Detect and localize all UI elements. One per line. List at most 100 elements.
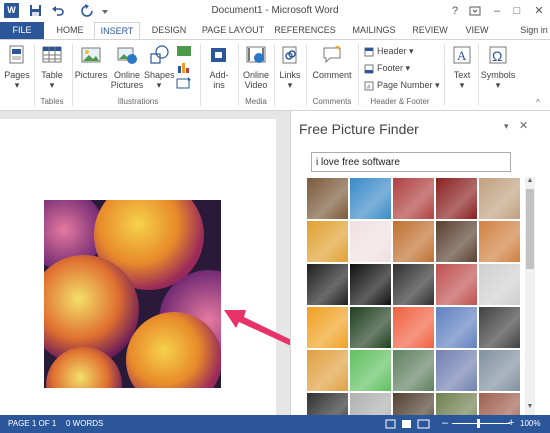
pane-scrollbar[interactable]: ▲ ▼ xyxy=(525,177,535,415)
picture-thumbnail[interactable] xyxy=(393,307,434,348)
tab-insert[interactable]: INSERT xyxy=(94,22,140,39)
picture-thumbnail[interactable] xyxy=(393,178,434,219)
zoom-slider[interactable] xyxy=(452,423,510,424)
picture-thumbnail[interactable] xyxy=(393,393,434,415)
picture-thumbnail[interactable] xyxy=(479,393,520,415)
picture-icon xyxy=(81,47,101,63)
picture-thumbnail[interactable] xyxy=(307,350,348,391)
word-count[interactable]: 0 WORDS xyxy=(66,419,103,428)
picture-thumbnail[interactable] xyxy=(479,350,520,391)
picture-thumbnail[interactable] xyxy=(436,307,477,348)
online-video-label-line1: Online xyxy=(242,70,269,80)
separator xyxy=(358,44,359,106)
close-button[interactable]: ✕ xyxy=(530,2,548,20)
chevron-down-icon: ▾ xyxy=(495,80,501,90)
picture-thumbnail[interactable] xyxy=(307,221,348,262)
zoom-out-button[interactable]: – xyxy=(442,417,448,429)
search-input[interactable] xyxy=(311,152,511,172)
picture-thumbnail[interactable] xyxy=(393,350,434,391)
picture-thumbnail[interactable] xyxy=(479,307,520,348)
picture-thumbnail[interactable] xyxy=(479,221,520,262)
title-bar: W Document1 - Microsoft Word ? – □ ✕ xyxy=(0,0,550,22)
footer-button[interactable]: Footer ▾ xyxy=(364,61,410,75)
picture-thumbnail[interactable] xyxy=(350,178,391,219)
picture-thumbnail[interactable] xyxy=(479,264,520,305)
zoom-slider-thumb[interactable] xyxy=(477,419,480,428)
addins-label-line1: Add- xyxy=(209,70,229,80)
help-button[interactable]: ? xyxy=(446,2,464,20)
page-number-icon: # xyxy=(364,81,374,91)
pane-title: Free Picture Finder xyxy=(299,121,419,137)
pictures-button[interactable]: Pictures xyxy=(74,42,108,80)
symbols-button[interactable]: Ω Symbols ▾ xyxy=(480,42,516,90)
comments-group-label: Comments xyxy=(312,97,352,106)
tab-references[interactable]: REFERENCES xyxy=(274,22,336,39)
pages-icon xyxy=(9,45,24,64)
pane-options-icon[interactable]: ▾ xyxy=(504,121,509,132)
scroll-up-icon[interactable]: ▲ xyxy=(525,177,535,187)
thumbnail-grid xyxy=(307,177,523,415)
pane-close-icon[interactable]: ✕ xyxy=(519,119,528,132)
header-button[interactable]: Header ▾ xyxy=(364,44,414,58)
svg-text:Ω: Ω xyxy=(492,48,502,64)
tab-design[interactable]: DESIGN xyxy=(146,22,192,39)
zoom-level[interactable]: 100% xyxy=(520,419,540,428)
picture-thumbnail[interactable] xyxy=(393,221,434,262)
picture-thumbnail[interactable] xyxy=(350,221,391,262)
separator xyxy=(478,44,479,106)
scrollbar-thumb[interactable] xyxy=(526,189,534,269)
scroll-down-icon[interactable]: ▼ xyxy=(525,403,535,413)
omega-icon: Ω xyxy=(489,46,507,64)
addins-label-line2: ins xyxy=(213,80,225,90)
picture-thumbnail[interactable] xyxy=(307,393,348,415)
minimize-button[interactable]: – xyxy=(488,2,506,20)
shapes-icon xyxy=(150,45,169,64)
picture-thumbnail[interactable] xyxy=(436,221,477,262)
free-picture-finder-pane: Free Picture Finder ▾ ✕ ▲ ▼ xyxy=(290,111,550,415)
shapes-button[interactable]: Shapes ▾ xyxy=(144,42,175,90)
page-count[interactable]: PAGE 1 OF 1 xyxy=(8,419,56,428)
maximize-button[interactable]: □ xyxy=(508,2,526,20)
links-button[interactable]: Links ▾ xyxy=(276,42,304,90)
tab-home[interactable]: HOME xyxy=(50,22,90,39)
picture-thumbnail[interactable] xyxy=(393,264,434,305)
picture-thumbnail[interactable] xyxy=(436,264,477,305)
chart-icon[interactable] xyxy=(176,60,192,74)
picture-thumbnail[interactable] xyxy=(307,178,348,219)
page-number-button[interactable]: # Page Number ▾ xyxy=(364,78,440,92)
zoom-in-button[interactable]: + xyxy=(508,417,514,429)
collapse-ribbon-icon[interactable]: ^ xyxy=(536,98,540,107)
picture-thumbnail[interactable] xyxy=(436,178,477,219)
comment-button[interactable]: Comment xyxy=(308,42,356,80)
tab-mailings[interactable]: MAILINGS xyxy=(348,22,400,39)
online-pictures-button[interactable]: Online Pictures xyxy=(108,42,146,90)
pages-button[interactable]: Pages ▾ xyxy=(2,42,32,90)
view-mode-icons[interactable] xyxy=(384,418,434,430)
table-label: Table xyxy=(41,70,63,80)
online-video-button[interactable]: Online Video xyxy=(240,42,272,90)
inserted-picture[interactable] xyxy=(44,200,221,388)
picture-thumbnail[interactable] xyxy=(350,307,391,348)
smartart-icon[interactable] xyxy=(176,44,192,58)
chevron-down-icon: ▾ xyxy=(156,80,162,90)
picture-thumbnail[interactable] xyxy=(350,350,391,391)
picture-thumbnail[interactable] xyxy=(436,350,477,391)
tab-view[interactable]: VIEW xyxy=(462,22,492,39)
text-button[interactable]: A Text ▾ xyxy=(448,42,476,90)
document-page[interactable] xyxy=(0,119,276,415)
picture-thumbnail[interactable] xyxy=(479,178,520,219)
tab-file[interactable]: FILE xyxy=(0,22,44,39)
picture-thumbnail[interactable] xyxy=(307,264,348,305)
ribbon-display-options-icon[interactable] xyxy=(466,2,484,20)
tab-page-layout[interactable]: PAGE LAYOUT xyxy=(198,22,268,39)
table-button[interactable]: Table ▾ xyxy=(38,42,66,90)
picture-thumbnail[interactable] xyxy=(350,393,391,415)
text-label: Text xyxy=(453,70,471,80)
screenshot-icon[interactable] xyxy=(176,76,192,90)
picture-thumbnail[interactable] xyxy=(350,264,391,305)
addins-button[interactable]: Add- ins xyxy=(204,42,234,90)
sign-in-link[interactable]: Sign in xyxy=(520,22,548,39)
picture-thumbnail[interactable] xyxy=(307,307,348,348)
tab-review[interactable]: REVIEW xyxy=(410,22,450,39)
picture-thumbnail[interactable] xyxy=(436,393,477,415)
